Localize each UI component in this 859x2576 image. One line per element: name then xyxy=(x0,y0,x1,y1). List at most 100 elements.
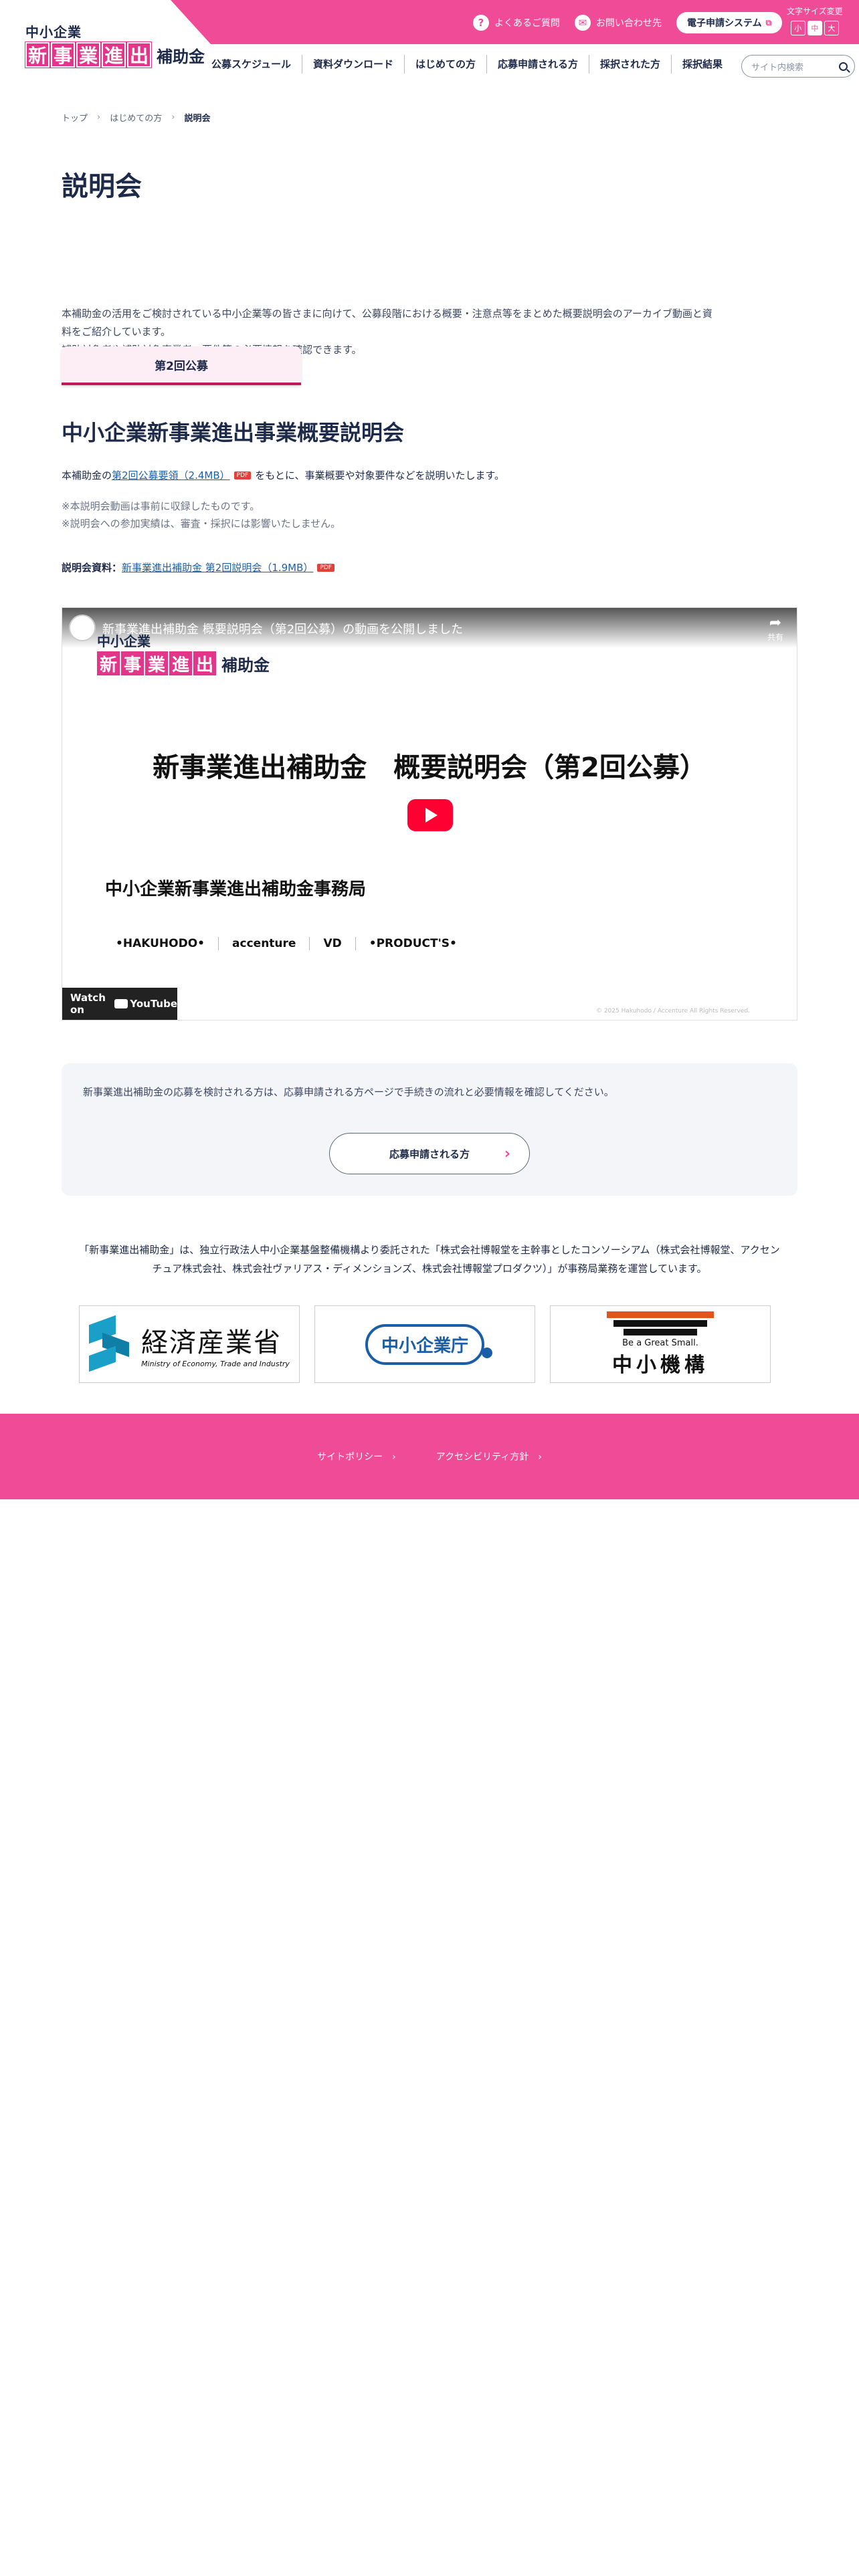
utility-links: ? よくあるご質問 ✉ お問い合わせ先 電子申請システム ⧉ xyxy=(473,12,783,33)
pdf-badge: PDF xyxy=(317,563,335,572)
faq-link[interactable]: ? よくあるご質問 xyxy=(473,15,560,31)
font-size-label: 文字サイズ変更 xyxy=(787,7,843,16)
video-logo-char: 進 xyxy=(169,651,192,675)
video-logo-char: 出 xyxy=(193,651,216,675)
description-prefix: 本補助金の xyxy=(62,469,112,481)
nav-adopted[interactable]: 採択された方 xyxy=(589,55,672,74)
site-logo[interactable]: 中小企業 新 事 業 進 出 補助金 xyxy=(25,21,205,68)
youtube-embed[interactable]: 中小企業 新 事 業 進 出 補助金 新事業進出補助金 概要説明会（第2回公募）… xyxy=(62,607,797,1021)
channel-avatar[interactable] xyxy=(69,615,96,641)
youtube-logo: YouTube xyxy=(114,998,177,1010)
breadcrumb-top[interactable]: トップ xyxy=(62,111,88,124)
page-title: 説明会 xyxy=(62,171,142,202)
breadcrumb: トップ › はじめての方 › 説明会 xyxy=(62,111,210,124)
video-logo-tail: 補助金 xyxy=(221,655,270,675)
footer-link-label: アクセシビリティ方針 xyxy=(436,1452,529,1463)
e-application-label: 電子申請システム xyxy=(687,18,762,29)
font-size-large[interactable]: 大 xyxy=(824,21,839,35)
smrj-name: 中小機構 xyxy=(612,1353,708,1377)
meti-mark-icon xyxy=(89,1315,132,1372)
nav-first-time[interactable]: はじめての方 xyxy=(405,55,487,74)
youtube-icon xyxy=(114,999,128,1008)
intro-line: 料をご紹介しています。 xyxy=(62,326,171,338)
logo-char: 業 xyxy=(76,41,101,68)
intro-line: 本補助金の活用をご検討されている中小企業等の皆さまに向けて、公募段階における概要… xyxy=(62,308,712,320)
search-placeholder: サイト内検索 xyxy=(751,62,804,73)
logo-char: 出 xyxy=(126,41,152,68)
mail-icon: ✉ xyxy=(575,15,591,31)
material-label: 説明会資料： xyxy=(62,562,122,574)
partner-accenture: accenture xyxy=(219,937,310,950)
footer-link-label: サイトポリシー xyxy=(317,1452,383,1463)
smrj-mark-icon xyxy=(607,1311,714,1335)
material-pdf-link[interactable]: 新事業進出補助金 第2回説明会（1.9MB） xyxy=(122,560,313,574)
youtube-label: YouTube xyxy=(130,998,177,1010)
applicant-button-label: 応募申請される方 xyxy=(389,1148,470,1160)
partner-vd: VD xyxy=(310,937,356,950)
share-button[interactable]: ➦ 共有 xyxy=(767,615,783,643)
chusho-logo-link[interactable]: 中小企業庁 xyxy=(314,1305,535,1383)
share-icon: ➦ xyxy=(769,615,782,631)
font-size-medium[interactable]: 中 xyxy=(807,21,822,35)
search-icon[interactable] xyxy=(839,62,848,71)
applicant-info-box: 新事業進出補助金の応募を検討される方は、応募申請される方ページで手続きの流れと必… xyxy=(62,1063,797,1196)
font-size-small[interactable]: 小 xyxy=(790,21,805,35)
nav-applicants[interactable]: 応募申請される方 xyxy=(487,55,589,74)
video-copyright: © 2025 Hakuhodo / Accenture All Rights R… xyxy=(595,1008,750,1014)
applicant-page-button[interactable]: 応募申請される方 › xyxy=(329,1133,530,1174)
breadcrumb-current: 説明会 xyxy=(184,114,211,124)
contact-link[interactable]: ✉ お問い合わせ先 xyxy=(575,15,662,31)
e-application-button[interactable]: 電子申請システム ⧉ xyxy=(676,12,783,33)
partner-products: •PRODUCT'S• xyxy=(369,937,457,950)
faq-label: よくあるご質問 xyxy=(494,18,560,29)
smrj-tagline: Be a Great Small. xyxy=(622,1337,698,1348)
partner-hakuhodo: •HAKUHODO• xyxy=(102,937,219,950)
logo-tail: 補助金 xyxy=(157,47,205,66)
description-suffix: をもとに、事業概要や対象要件などを説明いたします。 xyxy=(255,469,504,481)
logo-char: 進 xyxy=(101,41,126,68)
meti-logo-link[interactable]: 経済産業省 Ministry of Economy, Trade and Ind… xyxy=(79,1305,300,1383)
pdf-badge: PDF xyxy=(233,471,252,479)
nav-results[interactable]: 採択結果 xyxy=(672,55,733,74)
video-logo: 中小企業 新 事 業 進 出 補助金 xyxy=(97,631,270,675)
chusho-name: 中小企業庁 xyxy=(365,1323,493,1365)
chevron-right-icon: › xyxy=(392,1452,396,1463)
notes: ※本説明会動画は事前に収録したものです。 ※説明会への参加実績は、審査・採択には… xyxy=(62,498,341,532)
footer-site-policy-link[interactable]: サイトポリシー › xyxy=(317,1450,396,1463)
chevron-right-icon: › xyxy=(97,112,101,122)
watch-on-youtube-button[interactable]: Watch on YouTube xyxy=(62,988,177,1020)
consortium-line: 「新事業進出補助金」は、独立行政法人中小企業基盤整備機構より委託された「株式会社… xyxy=(79,1244,780,1256)
section-title: 中小企業新事業進出事業概要説明会 xyxy=(62,420,405,445)
chevron-right-icon: › xyxy=(171,112,175,122)
chevron-right-icon: › xyxy=(504,1145,510,1162)
contact-label: お問い合わせ先 xyxy=(596,18,662,29)
watch-on-label: Watch on xyxy=(70,992,106,1016)
breadcrumb-first-time[interactable]: はじめての方 xyxy=(110,111,162,124)
note-line: ※本説明会動画は事前に収録したものです。 xyxy=(62,500,260,512)
site-search-input[interactable]: サイト内検索 xyxy=(741,55,855,78)
nav-schedule[interactable]: 公募スケジュール xyxy=(201,55,302,74)
chevron-right-icon: › xyxy=(538,1452,542,1463)
question-icon: ? xyxy=(473,15,489,31)
global-nav: 公募スケジュール 資料ダウンロード はじめての方 応募申請される方 採択された方… xyxy=(201,55,733,74)
footer-accessibility-link[interactable]: アクセシビリティ方針 › xyxy=(436,1450,542,1463)
meti-en-name: Ministry of Economy, Trade and Industry xyxy=(141,1359,290,1368)
play-button[interactable] xyxy=(407,799,453,831)
meti-name: 経済産業省 xyxy=(141,1327,282,1358)
tab-round-2[interactable]: 第2回公募 xyxy=(62,346,301,385)
logo-char: 事 xyxy=(50,41,76,68)
share-label: 共有 xyxy=(767,633,783,642)
nav-download[interactable]: 資料ダウンロード xyxy=(302,55,405,74)
material-row: 説明会資料： 新事業進出補助金 第2回説明会（1.9MB） PDF xyxy=(62,560,335,574)
guideline-pdf-link[interactable]: 第2回公募要領（2.4MB） xyxy=(112,468,230,482)
footer: サイトポリシー › アクセシビリティ方針 › xyxy=(0,1414,859,1499)
smrj-logo-link[interactable]: Be a Great Small. 中小機構 xyxy=(550,1305,771,1383)
logo-line1: 中小企業 xyxy=(25,24,82,40)
external-link-icon: ⧉ xyxy=(765,17,772,27)
agency-logos: 経済産業省 Ministry of Economy, Trade and Ind… xyxy=(79,1305,771,1383)
video-logo-char: 業 xyxy=(145,651,168,675)
note-line: ※説明会への参加実績は、審査・採択には影響いたしません。 xyxy=(62,518,341,530)
video-office-name: 中小企業新事業進出補助金事務局 xyxy=(105,879,367,899)
video-title[interactable]: 新事業進出補助金 概要説明会（第2回公募）の動画を公開しました xyxy=(102,620,463,637)
consortium-text: 「新事業進出補助金」は、独立行政法人中小企業基盤整備機構より委託された「株式会社… xyxy=(62,1241,797,1278)
